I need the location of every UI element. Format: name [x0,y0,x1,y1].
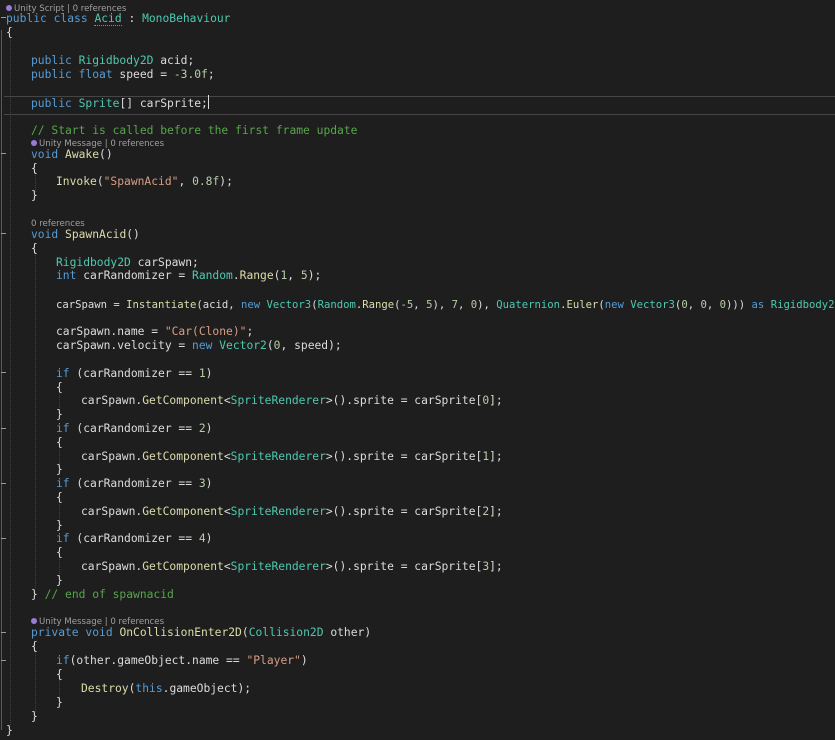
identifier: (acid, [196,299,241,311]
punct: ; [207,68,215,81]
identifier: carRandomizer = [76,269,193,282]
brace: } [6,724,13,737]
code-line: public float speed = -3.0f; [0,66,835,84]
keyword: public float [31,68,113,81]
code-line: } [0,187,835,205]
punct: ), [432,299,452,311]
code-line: } [0,722,835,740]
keyword: new [604,299,624,311]
punct: ( [266,339,274,352]
punct: . [232,269,240,282]
identifier: carSpawn.velocity = [56,339,193,352]
type-name[interactable]: Random [318,299,356,311]
keyword: new [192,339,213,352]
type-name[interactable]: Rigidbody2D [771,299,835,311]
identifier: [] carSprite; [119,97,208,110]
text-caret [207,95,209,109]
number: -3.0f [173,68,208,81]
method-call[interactable]: Range [240,269,274,282]
type-name[interactable]: Vector3 [267,299,312,311]
punct: ); [307,269,322,282]
punct: , [706,299,720,311]
identifier: carSpawn = [56,299,127,311]
number: 5 [300,269,308,282]
code-line: int carRandomizer = Random.Range(1, 5); [0,267,835,285]
identifier: speed = [112,68,174,81]
type-name[interactable]: Vector2 [219,339,267,352]
keyword: int [56,269,77,282]
type-name[interactable]: Random [192,269,233,282]
method-call[interactable]: Euler [566,299,598,311]
code-line: carSpawn = Instantiate(acid, new Vector3… [0,296,835,314]
code-line: { [0,24,835,42]
code-line: carSpawn.velocity = new Vector2(0, speed… [0,337,835,355]
brace: { [6,26,13,39]
brace: } [31,189,38,202]
type-name[interactable]: Sprite [79,97,120,110]
punct: , [457,299,471,311]
punct: , [413,299,427,311]
number: -5 [400,299,414,311]
punct: , [687,299,701,311]
brace: } [31,588,45,601]
code-line: public Sprite[] carSprite; [0,95,835,113]
punct: ), [477,299,497,311]
keyword: new [241,299,261,311]
code-editor[interactable]: Unity Script | 0 references public class… [0,0,835,737]
method-call[interactable]: Range [362,299,394,311]
type-name[interactable]: Quaternion [496,299,560,311]
identifier: , speed); [280,339,342,352]
code-line: } // end of spawnacid [0,586,835,604]
punct: ))) [726,299,752,311]
keyword: public [31,97,72,110]
comment: // end of spawnacid [44,588,174,601]
method-call[interactable]: Instantiate [126,299,196,311]
type-name[interactable]: Vector3 [630,299,675,311]
punct: , [287,269,301,282]
keyword: as [751,299,765,311]
